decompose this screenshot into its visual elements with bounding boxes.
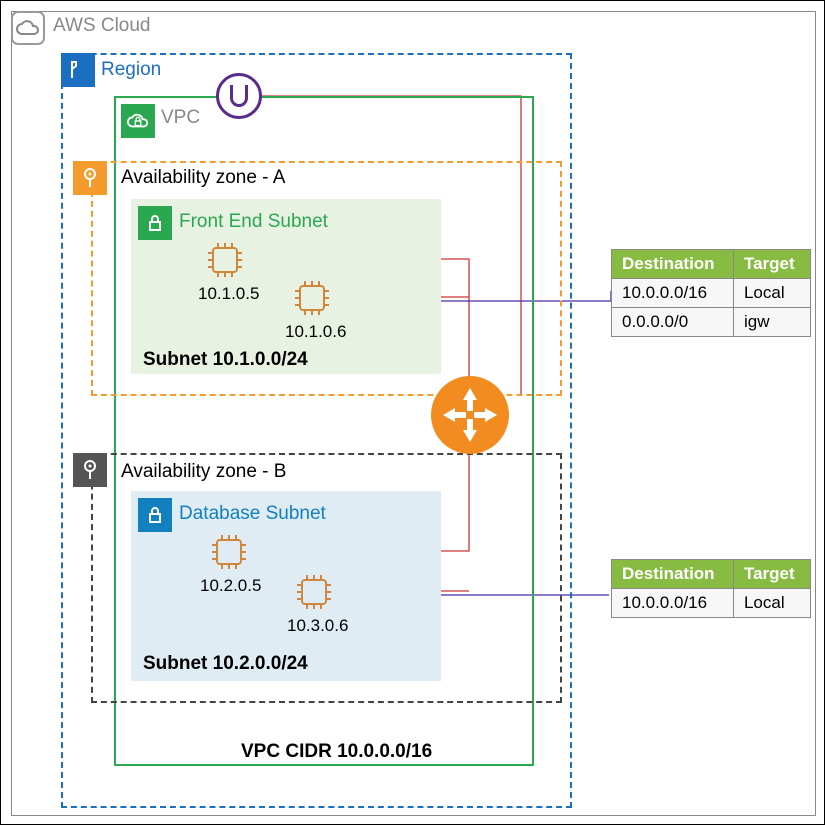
frontend-subnet-cidr: Subnet 10.1.0.0/24	[143, 349, 308, 371]
vpc-cidr-label: VPC CIDR 10.0.0.0/16	[241, 741, 432, 763]
database-subnet-icon	[138, 498, 172, 532]
az-a-icon	[73, 161, 107, 195]
table-row: 10.0.0.0/16 Local	[612, 279, 811, 308]
table-header: Destination	[612, 560, 734, 589]
table-row: 0.0.0.0/0 igw	[612, 308, 811, 337]
instance-ip: 10.2.0.5	[200, 576, 261, 596]
frontend-subnet-icon	[138, 206, 172, 240]
instance-icon	[210, 533, 248, 571]
route-table-private: Destination Target 10.0.0.0/16 Local	[611, 559, 811, 618]
instance-ip: 10.3.0.6	[287, 616, 348, 636]
az-b-icon	[73, 453, 107, 487]
database-subnet-label: Database Subnet	[179, 503, 326, 525]
region-icon	[61, 53, 95, 87]
table-header: Destination	[612, 250, 734, 279]
table-row: 10.0.0.0/16 Local	[612, 589, 811, 618]
instance-icon	[295, 573, 333, 611]
aws-cloud-icon	[11, 11, 45, 45]
table-header: Target	[733, 250, 810, 279]
database-subnet-cidr: Subnet 10.2.0.0/24	[143, 653, 308, 675]
frontend-subnet-label: Front End Subnet	[179, 211, 328, 233]
diagram-canvas: AWS Cloud Region VPC VPC CIDR 10.0.0.0/1…	[0, 0, 825, 825]
route-table-public: Destination Target 10.0.0.0/16 Local 0.0…	[611, 249, 811, 337]
table-header: Target	[733, 560, 810, 589]
router-icon	[431, 376, 509, 454]
instance-icon	[206, 241, 244, 279]
az-b-label: Availability zone - B	[121, 461, 286, 483]
az-a-label: Availability zone - A	[121, 167, 285, 189]
vpc-label: VPC	[161, 107, 200, 129]
instance-icon	[293, 279, 331, 317]
region-label: Region	[101, 59, 161, 81]
internet-gateway-icon	[216, 73, 262, 119]
vpc-icon	[121, 104, 155, 138]
instance-ip: 10.1.0.6	[285, 322, 346, 342]
instance-ip: 10.1.0.5	[198, 284, 259, 304]
aws-cloud-label: AWS Cloud	[53, 15, 151, 37]
